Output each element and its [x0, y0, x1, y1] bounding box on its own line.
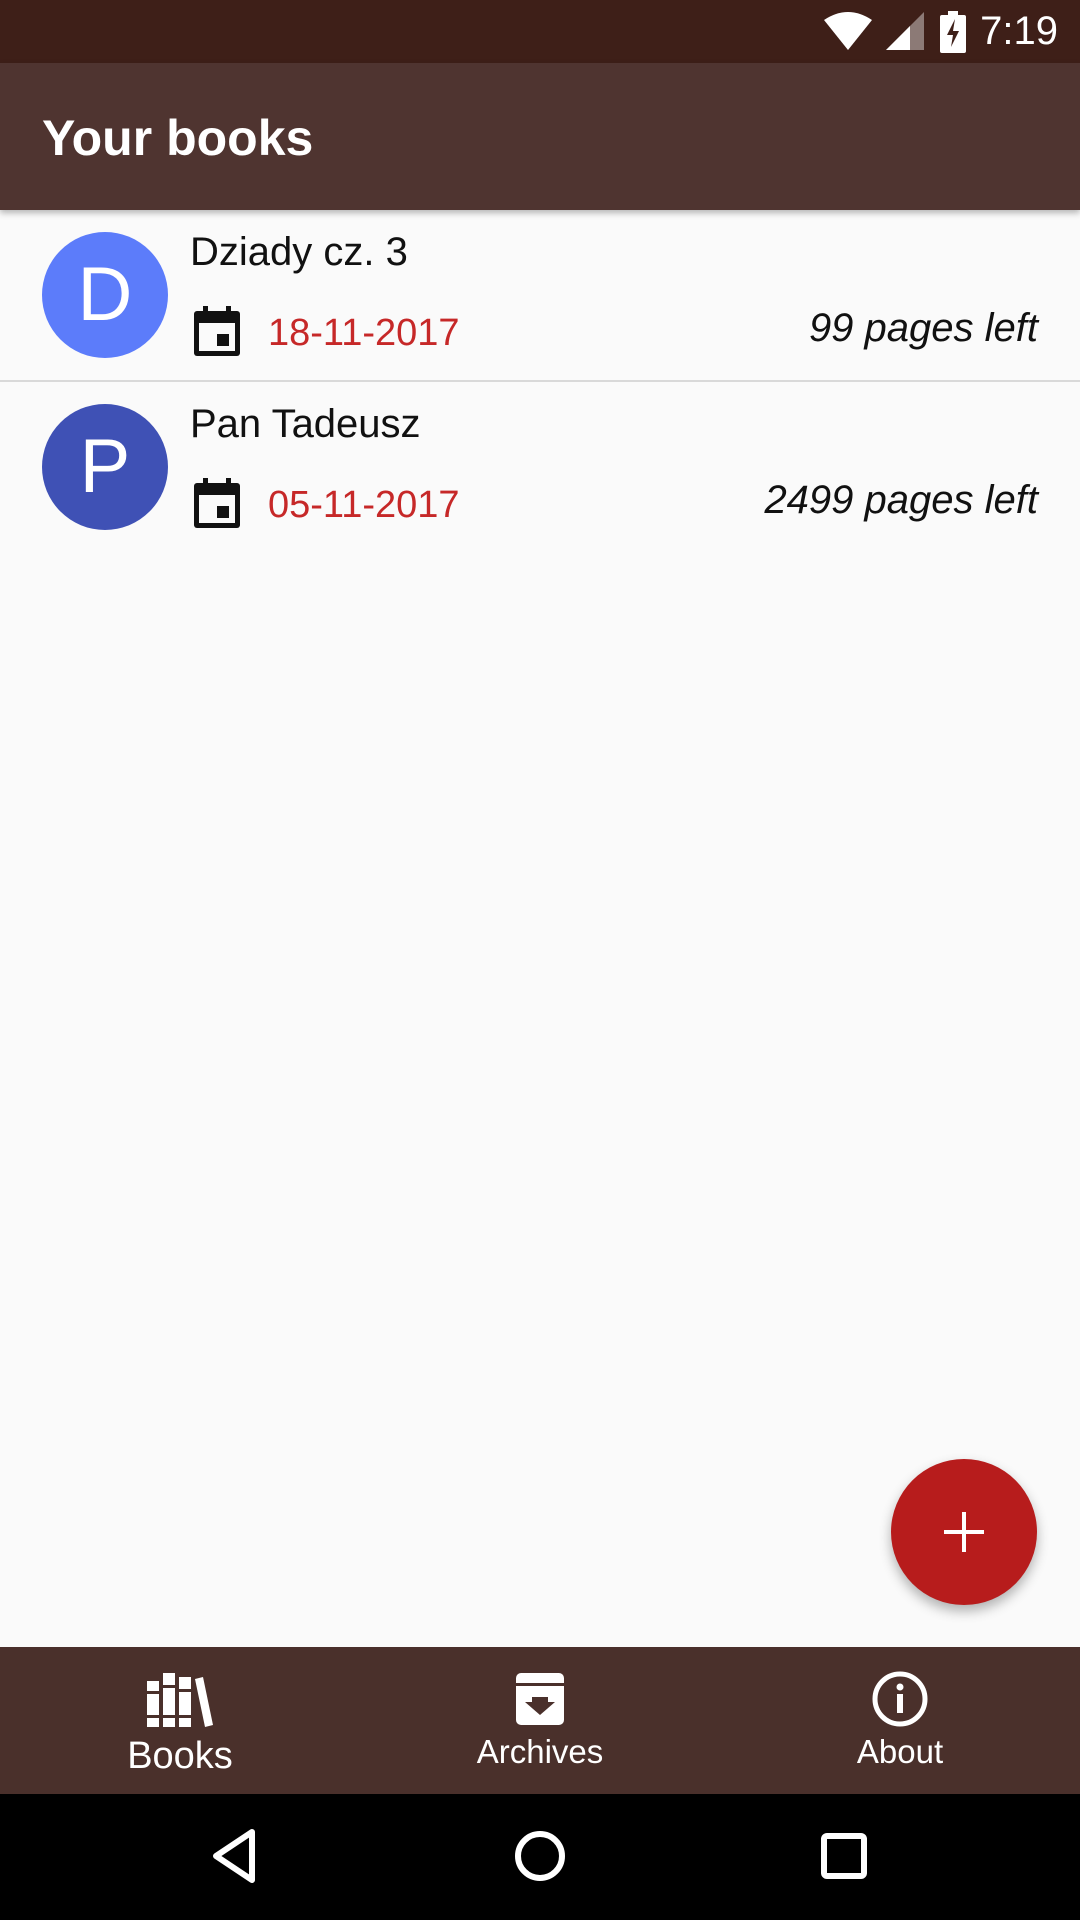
list-item[interactable]: P Pan Tadeusz 05-11-2017 2499 pages left — [0, 382, 1080, 552]
battery-charging-icon — [940, 10, 967, 53]
recents-icon[interactable] — [812, 1824, 876, 1888]
nav-label-about: About — [856, 1733, 944, 1770]
pages-left: 99 pages left — [808, 306, 1038, 350]
system-nav-bar — [0, 1794, 1080, 1920]
nav-item-books[interactable]: Books — [0, 1647, 360, 1794]
nav-item-about[interactable]: About — [720, 1647, 1080, 1794]
back-icon[interactable] — [204, 1824, 268, 1888]
avatar: D — [42, 232, 168, 358]
pages-left: 2499 pages left — [764, 478, 1038, 522]
book-date: 05-11-2017 — [268, 484, 460, 526]
book-date: 18-11-2017 — [268, 312, 460, 354]
status-icons: 7:19 — [824, 0, 1058, 63]
nav-label-books: Books — [127, 1735, 233, 1777]
app-bar: Your books — [0, 63, 1080, 210]
page-title: Your books — [42, 110, 314, 166]
book-title: Dziady cz. 3 — [190, 230, 408, 274]
info-icon — [872, 1671, 928, 1727]
wifi-icon — [824, 11, 873, 50]
plus-icon — [944, 1512, 984, 1552]
nav-label-archives: Archives — [476, 1733, 604, 1770]
status-time: 7:19 — [980, 9, 1058, 53]
nav-item-archives[interactable]: Archives — [360, 1647, 720, 1794]
signal-icon — [886, 11, 925, 50]
bottom-nav: Books Archives About — [0, 1647, 1080, 1794]
books-icon — [147, 1673, 213, 1727]
calendar-icon — [194, 478, 240, 528]
book-title: Pan Tadeusz — [190, 402, 421, 446]
status-bar: 7:19 — [0, 0, 1080, 63]
home-icon[interactable] — [508, 1824, 572, 1888]
book-list: D Dziady cz. 3 18-11-2017 99 pages left … — [0, 210, 1080, 552]
add-book-button[interactable] — [891, 1459, 1037, 1605]
archive-icon — [516, 1673, 564, 1725]
list-item[interactable]: D Dziady cz. 3 18-11-2017 99 pages left — [0, 210, 1080, 382]
avatar: P — [42, 404, 168, 530]
calendar-icon — [194, 306, 240, 356]
